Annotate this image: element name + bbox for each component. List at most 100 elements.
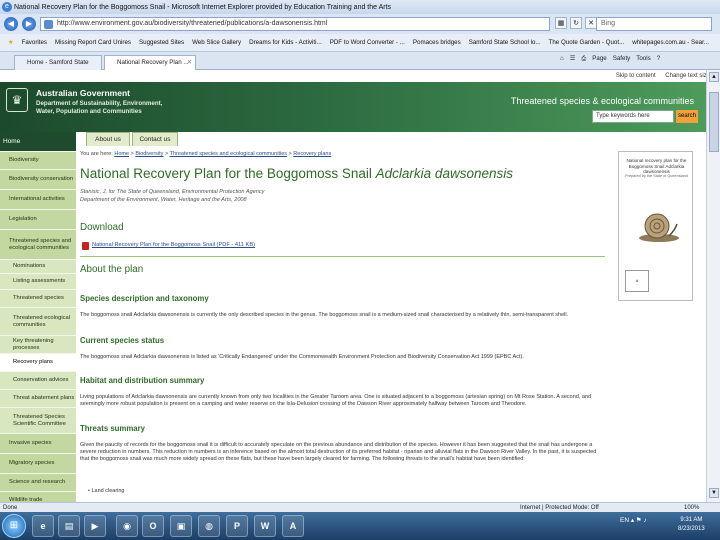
fav-link[interactable]: Missing Report Card Unires xyxy=(55,39,131,46)
fav-link[interactable]: Pomaces bridges xyxy=(413,39,461,46)
breadcrumb-link[interactable]: Biodiversity xyxy=(135,151,163,157)
sidebar-item[interactable]: Science and research xyxy=(0,474,76,492)
coat-of-arms-icon: ♛ xyxy=(6,88,28,112)
word-taskbar-icon[interactable]: W xyxy=(254,515,276,537)
favorites-star-icon[interactable]: ★ xyxy=(8,39,14,46)
fav-link[interactable]: Web Slice Gallery xyxy=(192,39,241,46)
skip-to-content-link[interactable]: Skip to content xyxy=(616,73,656,79)
help-icon[interactable]: ? xyxy=(657,55,660,63)
cover-title: National recovery plan for the Boggomoss… xyxy=(626,158,687,174)
fav-link[interactable]: The Quote Garden - Quot... xyxy=(549,39,625,46)
sidebar-item[interactable]: Threatened species and ecological commun… xyxy=(0,230,76,260)
contact-us-tab[interactable]: Contact us xyxy=(132,132,178,146)
fav-link[interactable]: Dreams for Kids - Activiti... xyxy=(249,39,322,46)
internet-explorer-icon: e xyxy=(2,2,12,12)
sidebar-item[interactable]: Invasive species xyxy=(0,434,76,454)
sidebar-subitem-active[interactable]: Recovery plans xyxy=(0,354,76,372)
breadcrumb-link[interactable]: Threatened species and ecological commun… xyxy=(170,151,287,157)
ie-taskbar-icon[interactable]: e xyxy=(32,515,54,537)
section-heading: Species description and taxonomy xyxy=(80,294,209,303)
download-link[interactable]: National Recovery Plan for the Boggomoss… xyxy=(82,242,255,250)
print-icon[interactable]: ⎙ xyxy=(581,55,586,63)
sidebar-item[interactable]: Biodiversity xyxy=(0,152,76,170)
sidebar-subitem[interactable]: Listing assessments xyxy=(0,274,76,290)
title-main: National Recovery Plan for the Boggomoss… xyxy=(80,166,376,181)
sidebar-item[interactable]: Wildlife trade xyxy=(0,492,76,502)
forward-icon[interactable]: ▶ xyxy=(22,17,36,31)
clock[interactable]: 9:31 AM 8/23/2013 xyxy=(678,516,705,534)
powerpoint-taskbar-icon[interactable]: P xyxy=(226,515,248,537)
sidebar-subitem[interactable]: Threatened ecological communities xyxy=(0,308,76,336)
sidebar-subitem[interactable]: Nominations xyxy=(0,260,76,274)
clock-time: 9:31 AM xyxy=(680,517,703,523)
feeds-icon[interactable]: ☰ xyxy=(570,55,576,63)
close-tab-icon[interactable]: ✕ xyxy=(187,56,192,70)
tools-menu[interactable]: Tools xyxy=(636,55,650,63)
breadcrumb-link[interactable]: Recovery plans xyxy=(293,151,331,157)
report-cover-thumbnail[interactable]: National recovery plan for the Boggomoss… xyxy=(618,151,693,301)
address-input[interactable]: http://www.environment.gov.au/biodiversi… xyxy=(40,17,550,31)
page-menu[interactable]: Page xyxy=(592,55,606,63)
about-us-tab[interactable]: About us xyxy=(86,132,130,146)
refresh-icon[interactable]: ↻ xyxy=(570,17,582,29)
site-search-button[interactable]: search xyxy=(676,110,698,123)
scroll-up-icon[interactable]: ▲ xyxy=(709,72,719,82)
vertical-scrollbar[interactable]: ▲ ▼ xyxy=(706,70,720,502)
fav-link[interactable]: Samford State School lo... xyxy=(469,39,541,46)
clock-date: 8/23/2013 xyxy=(678,526,705,532)
scroll-thumb[interactable] xyxy=(709,92,719,152)
sidebar-subitem[interactable]: Threatened Species Scientific Committee xyxy=(0,408,76,434)
status-bar: Done Internet | Protected Mode: Off 100% xyxy=(0,502,720,512)
bing-search-input[interactable]: Bing xyxy=(596,17,712,31)
fav-link[interactable]: Suggested Sites xyxy=(139,39,184,46)
breadcrumb-link[interactable]: Home xyxy=(114,151,129,157)
safety-menu[interactable]: Safety xyxy=(613,55,631,63)
chrome-taskbar-icon[interactable]: ◉ xyxy=(116,515,138,537)
sidebar-item[interactable]: International activities xyxy=(0,190,76,210)
command-bar: ⌂ ☰ ⎙ Page Safety Tools ? xyxy=(560,55,660,63)
sidebar-item[interactable]: Migratory species xyxy=(0,454,76,474)
app-taskbar-icon[interactable]: ▣ xyxy=(170,515,192,537)
section-heading: Habitat and distribution summary xyxy=(80,376,205,385)
home-icon[interactable]: ⌂ xyxy=(560,55,564,63)
sidebar-subitem[interactable]: Threat abatement plans xyxy=(0,390,76,408)
fav-link[interactable]: whitepages.com.au - Sear... xyxy=(632,39,709,46)
start-button[interactable]: ⊞ xyxy=(2,514,26,538)
favorites-button[interactable]: Favorites xyxy=(22,39,47,46)
section-heading: Threats summary xyxy=(80,424,146,433)
language-indicator[interactable]: EN xyxy=(620,517,629,524)
outlook-taskbar-icon[interactable]: O xyxy=(142,515,164,537)
firefox-taskbar-icon[interactable]: ◍ xyxy=(198,515,220,537)
favorites-bar: ★ Favorites Missing Report Card Unires S… xyxy=(0,34,720,52)
sidebar-item[interactable]: Legislation xyxy=(0,210,76,230)
back-icon[interactable]: ◀ xyxy=(4,17,18,31)
sidebar-subitem[interactable]: Key threatening processes xyxy=(0,336,76,354)
browser-tab[interactable]: Home - Samford State Sch... xyxy=(14,55,102,80)
skip-links: Skip to content Change text size xyxy=(0,70,720,82)
site-banner: ♛ Australian Government Department of Su… xyxy=(0,82,706,132)
media-player-taskbar-icon[interactable]: ▶ xyxy=(84,515,106,537)
gov-name: Australian Government xyxy=(36,88,130,98)
scroll-down-icon[interactable]: ▼ xyxy=(709,488,719,498)
site-search-input[interactable]: Type keywords here xyxy=(592,110,674,123)
change-text-size-link[interactable]: Change text size xyxy=(665,73,710,79)
pdf-taskbar-icon[interactable]: A xyxy=(282,515,304,537)
sidebar-item[interactable]: Biodiversity conservation xyxy=(0,170,76,190)
browser-tab-active[interactable]: National Recovery Plan ... ✕ xyxy=(104,55,196,70)
compatibility-icon[interactable]: ▦ xyxy=(555,17,567,29)
system-tray: EN ▴ ⚑ ♪ xyxy=(620,517,647,524)
section-text: Living populations of Adclarkia dawsonen… xyxy=(80,394,592,408)
sidebar-item-home[interactable]: Home xyxy=(0,132,76,152)
sidebar-subitem[interactable]: Conservation advices xyxy=(0,372,76,390)
section-text: The boggomoss snail Adclarkia dawsonensi… xyxy=(80,312,569,318)
pdf-icon xyxy=(82,242,89,250)
citation: Stanisic, J. for The State of Queensland… xyxy=(80,188,264,204)
windows-taskbar: ⊞ e ▤ ▶ ◉ O ▣ ◍ P W A EN ▴ ⚑ ♪ 9:31 AM 8… xyxy=(0,512,720,540)
gov-logo-icon: ♛ xyxy=(625,270,649,292)
about-heading: About the plan xyxy=(80,264,144,275)
fav-link[interactable]: PDF to Word Converter - ... xyxy=(330,39,405,46)
site-top-tabs: About us Contact us xyxy=(0,132,706,146)
explorer-taskbar-icon[interactable]: ▤ xyxy=(58,515,80,537)
sidebar-subitem[interactable]: Threatened species xyxy=(0,290,76,308)
dept-line1: Department of Sustainability, Environmen… xyxy=(36,100,163,107)
